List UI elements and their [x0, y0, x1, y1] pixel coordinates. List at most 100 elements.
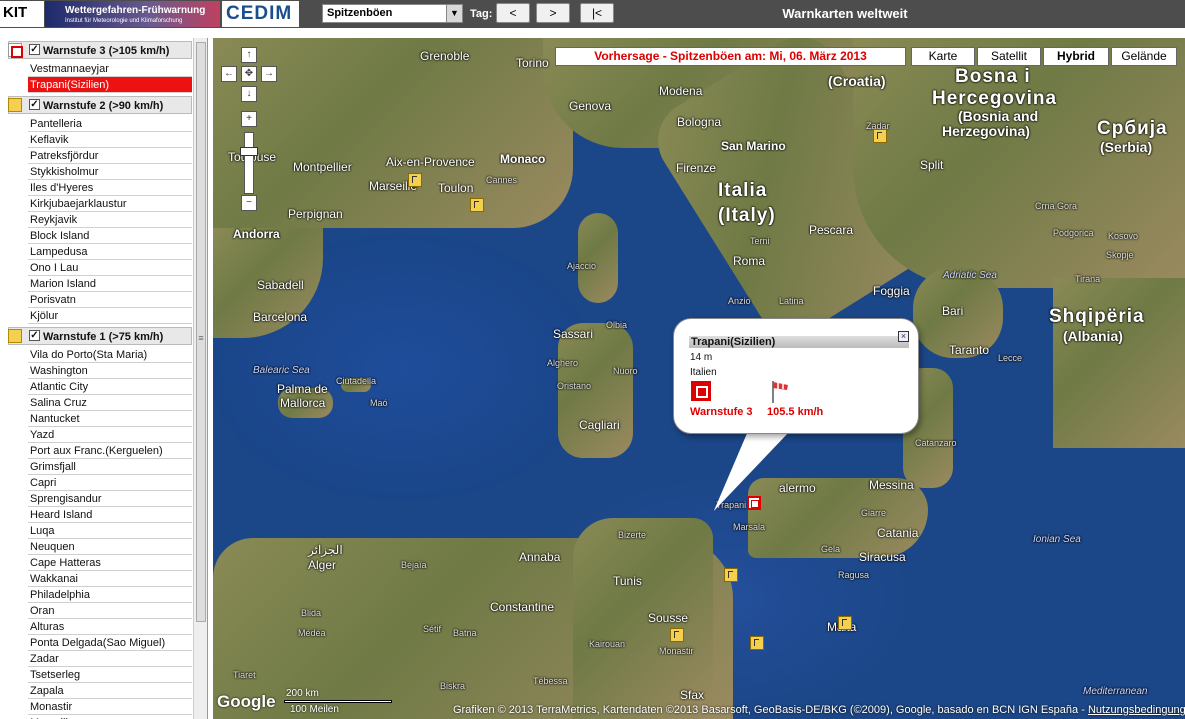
map[interactable]: Italia (Italy) Bosna i Hercegovina (Bosn… — [213, 38, 1185, 719]
yellow-warning-icon[interactable] — [8, 329, 22, 343]
warning-level-text: Warnstufe 3 — [690, 406, 753, 418]
land-corsica — [578, 213, 618, 303]
city-label-marsala: Marsala — [733, 522, 766, 532]
zoom-out-button[interactable]: − — [241, 195, 257, 211]
red-warning-icon[interactable] — [8, 43, 23, 58]
kit-logo[interactable]: KIT — [0, 1, 44, 27]
station-list-item[interactable]: Vestmannaeyjar — [28, 61, 192, 77]
country-label-bosna: Bosna i — [955, 66, 1031, 87]
pan-left-button[interactable]: ← — [221, 66, 237, 82]
station-list-item[interactable]: Keflavik — [28, 132, 192, 148]
station-list-item[interactable]: Pantelleria — [28, 116, 192, 132]
station-list-item[interactable]: Iles d'Hyeres — [28, 180, 192, 196]
warning-group-header[interactable]: ✓ Warnstufe 2 (>90 km/h) — [8, 96, 192, 114]
city-label-algiers-ar: الجزائر — [308, 543, 343, 557]
previous-day-button[interactable]: < — [496, 3, 530, 23]
parameter-select[interactable]: Spitzenböen ▼ — [322, 4, 463, 23]
station-list-item[interactable]: Zapala — [28, 683, 192, 699]
station-list-item[interactable]: Neuquen — [28, 539, 192, 555]
next-day-button[interactable]: > — [536, 3, 570, 23]
cedim-logo[interactable]: CEDIM — [222, 1, 299, 27]
sea-label-balearic: Balearic Sea — [253, 365, 310, 376]
warning-group-header[interactable]: ✓ Warnstufe 3 (>105 km/h) — [8, 41, 192, 59]
station-list-item[interactable]: Ponta Delgada(Sao Miguel) — [28, 635, 192, 651]
group-checkbox[interactable]: ✓ — [29, 99, 40, 110]
pan-right-button[interactable]: → — [261, 66, 277, 82]
station-list-item[interactable]: Reykjavik — [28, 212, 192, 228]
station-list-item[interactable]: Ono I Lau — [28, 260, 192, 276]
station-list-item[interactable]: Lampedusa — [28, 244, 192, 260]
station-list-item[interactable]: Washington — [28, 363, 192, 379]
city-label-podgorica: Podgorica — [1053, 228, 1094, 238]
station-list-item[interactable]: Porisvatn — [28, 292, 192, 308]
wettergefahren-logo[interactable]: Wettergefahren-Frühwarnung Institut für … — [45, 1, 220, 27]
map-type-button[interactable]: Karte — [911, 47, 975, 66]
terms-link[interactable]: Nutzungsbedingungen — [1088, 704, 1185, 716]
city-label-constantine: Constantine — [490, 600, 555, 614]
chevron-down-icon[interactable]: ▼ — [446, 5, 462, 22]
station-list-item[interactable]: Cape Hatteras — [28, 555, 192, 571]
city-label-siracusa: Siracusa — [859, 550, 906, 564]
station-list-item[interactable]: Nantucket — [28, 411, 192, 427]
warning-group-label: Warnstufe 1 (>75 km/h) — [43, 331, 164, 343]
station-list-item[interactable]: Marseille — [28, 715, 192, 719]
station-list-item[interactable]: Luqa — [28, 523, 192, 539]
map-type-button[interactable]: Hybrid — [1043, 47, 1109, 66]
group-checkbox[interactable]: ✓ — [29, 44, 40, 55]
station-list-item[interactable]: Trapani(Sizilien) — [28, 77, 192, 93]
warning-group-header[interactable]: ✓ Warnstufe 1 (>75 km/h) — [8, 327, 192, 345]
station-list-item[interactable]: Kirkjubaejarklaustur — [28, 196, 192, 212]
map-type-button[interactable]: Gelände — [1111, 47, 1177, 66]
station-list-item[interactable]: Salina Cruz — [28, 395, 192, 411]
sidebar-scrollbar[interactable]: ≡ — [193, 38, 207, 719]
station-list-item[interactable]: Tsetserleg — [28, 667, 192, 683]
station-list-item[interactable]: Vila do Porto(Sta Maria) — [28, 347, 192, 363]
city-label-barcelona: Barcelona — [253, 310, 308, 324]
station-list-item[interactable]: Marion Island — [28, 276, 192, 292]
station-list-item[interactable]: Block Island — [28, 228, 192, 244]
station-list-item[interactable]: Grimsfjall — [28, 459, 192, 475]
city-label-split: Split — [920, 158, 944, 172]
pan-up-button[interactable]: ↑ — [241, 47, 257, 63]
station-list-item[interactable]: Yazd — [28, 427, 192, 443]
cedim-logo-text: CEDIM — [226, 3, 293, 24]
first-day-button[interactable]: |< — [580, 3, 614, 23]
station-list-item[interactable]: Stykkisholmur — [28, 164, 192, 180]
scrollbar-thumb[interactable] — [196, 42, 206, 622]
station-list-item[interactable]: Zadar — [28, 651, 192, 667]
station-marker[interactable] — [724, 568, 738, 582]
station-marker[interactable] — [670, 628, 684, 642]
station-list-item[interactable]: Alturas — [28, 619, 192, 635]
station-list-item[interactable]: Heard Island — [28, 507, 192, 523]
zoom-slider-track[interactable] — [244, 132, 254, 194]
station-list-item[interactable]: Wakkanai — [28, 571, 192, 587]
pan-center-button[interactable]: ✥ — [241, 66, 257, 82]
station-list-item[interactable]: Philadelphia — [28, 587, 192, 603]
close-icon[interactable]: × — [898, 331, 909, 342]
station-list-item[interactable]: Patreksfjördur — [28, 148, 192, 164]
city-label-pescara: Pescara — [809, 223, 854, 237]
station-marker[interactable] — [470, 198, 484, 212]
city-label-medea: Médéa — [298, 628, 326, 638]
station-list-item[interactable]: Monastir — [28, 699, 192, 715]
station-list-item[interactable]: Kjölur — [28, 308, 192, 324]
city-label-toulon: Toulon — [438, 181, 474, 195]
warning-group-label: Warnstufe 3 (>105 km/h) — [43, 45, 170, 57]
zoom-slider-thumb[interactable] — [240, 147, 258, 156]
station-marker[interactable] — [750, 636, 764, 650]
country-label-hercegovina: Hercegovina — [932, 88, 1058, 109]
yellow-warning-icon[interactable] — [8, 98, 22, 112]
station-marker[interactable] — [873, 129, 887, 143]
map-type-button[interactable]: Satellit — [977, 47, 1041, 66]
station-list-item[interactable]: Oran — [28, 603, 192, 619]
zoom-in-button[interactable]: + — [241, 111, 257, 127]
group-checkbox[interactable]: ✓ — [29, 330, 40, 341]
station-marker[interactable] — [838, 616, 852, 630]
station-list-item[interactable]: Capri — [28, 475, 192, 491]
station-marker[interactable] — [408, 173, 422, 187]
pan-down-button[interactable]: ↓ — [241, 86, 257, 102]
station-list-item[interactable]: Port aux Franc.(Kerguelen) — [28, 443, 192, 459]
station-list-item[interactable]: Atlantic City — [28, 379, 192, 395]
google-logo[interactable]: Google — [217, 692, 276, 712]
station-list-item[interactable]: Sprengisandur — [28, 491, 192, 507]
